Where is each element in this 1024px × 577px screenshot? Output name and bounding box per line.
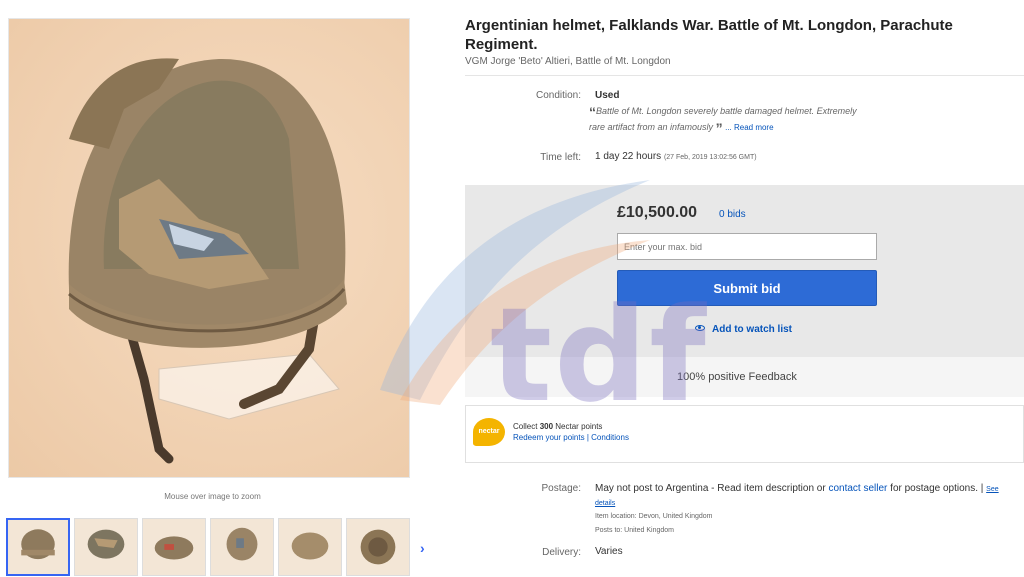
current-price: £10,500.00 — [617, 204, 698, 221]
contact-seller-link[interactable]: contact seller — [828, 483, 887, 494]
condition-value: Used — [595, 90, 620, 101]
delivery-label: Delivery: — [542, 547, 581, 558]
thumbnail[interactable] — [346, 518, 410, 576]
bid-count-link[interactable]: 0 bids — [719, 209, 746, 220]
main-item-photo[interactable] — [8, 18, 410, 478]
nectar-links: Redeem your points | Conditions — [513, 433, 629, 442]
watch-label: Add to watch list — [712, 324, 792, 335]
listing-subtitle: VGM Jorge 'Beto' Altieri, Battle of Mt. … — [465, 56, 671, 67]
nectar-collect: Collect 300 Nectar points — [513, 422, 602, 431]
close-quote-icon: ” — [715, 120, 723, 136]
zoom-hint: Mouse over image to zoom — [164, 492, 261, 501]
time-left-duration: 1 day 22 hours — [595, 151, 662, 162]
divider — [465, 75, 1024, 76]
delivery-value: Varies — [595, 546, 623, 557]
postage-text-b: for postage options. — [890, 483, 979, 494]
thumbnail[interactable] — [278, 518, 342, 576]
thumbnail[interactable] — [210, 518, 274, 576]
submit-bid-button[interactable]: Submit bid — [617, 270, 877, 306]
add-to-watch-list-link[interactable]: Add to watch list — [695, 324, 792, 335]
item-location: Item location: Devon, United Kingdom — [595, 513, 713, 520]
nectar-collect-suffix: Nectar points — [555, 422, 603, 431]
max-bid-input[interactable] — [617, 233, 877, 260]
chevron-right-icon[interactable]: › — [420, 540, 434, 560]
redeem-points-link[interactable]: Redeem your points — [513, 433, 585, 442]
nectar-collect-prefix: Collect — [513, 422, 538, 431]
thumbnail-strip — [6, 518, 426, 576]
time-left-label: Time left: — [540, 152, 581, 163]
condition-label: Condition: — [535, 90, 581, 101]
postage-label: Postage: — [541, 483, 581, 494]
postage-value: May not post to Argentina - Read item de… — [595, 483, 999, 507]
seller-feedback: 100% positive Feedback — [677, 371, 797, 383]
image-gallery: Mouse over image to zoom › — [0, 0, 450, 577]
time-left-value: 1 day 22 hours (27 Feb, 2019 13:02:56 GM… — [595, 151, 757, 162]
nectar-logo: nectar — [473, 418, 505, 446]
listing-info: Argentinian helmet, Falklands War. Battl… — [465, 0, 1024, 577]
eye-icon — [695, 325, 705, 331]
thumbnail[interactable] — [6, 518, 70, 576]
nectar-points: 300 — [539, 422, 554, 431]
posts-to: Posts to: United Kingdom — [595, 527, 674, 534]
thumbnail[interactable] — [74, 518, 138, 576]
time-left-end: (27 Feb, 2019 13:02:56 GMT) — [663, 154, 757, 161]
nectar-conditions-link[interactable]: Conditions — [591, 433, 629, 442]
open-quote-icon: “ — [589, 104, 596, 120]
listing-title: Argentinian helmet, Falklands War. Battl… — [465, 17, 953, 53]
nectar-separator: | — [586, 433, 589, 442]
postage-text-a: May not post to Argentina - Read item de… — [595, 483, 826, 494]
thumbnail[interactable] — [142, 518, 206, 576]
helmet-photo — [68, 58, 347, 464]
condition-description: “Battle of Mt. Longdon severely battle d… — [589, 104, 869, 136]
read-more-link[interactable]: ... Read more — [725, 123, 773, 132]
condition-quote-text: Battle of Mt. Longdon severely battle da… — [589, 106, 857, 132]
